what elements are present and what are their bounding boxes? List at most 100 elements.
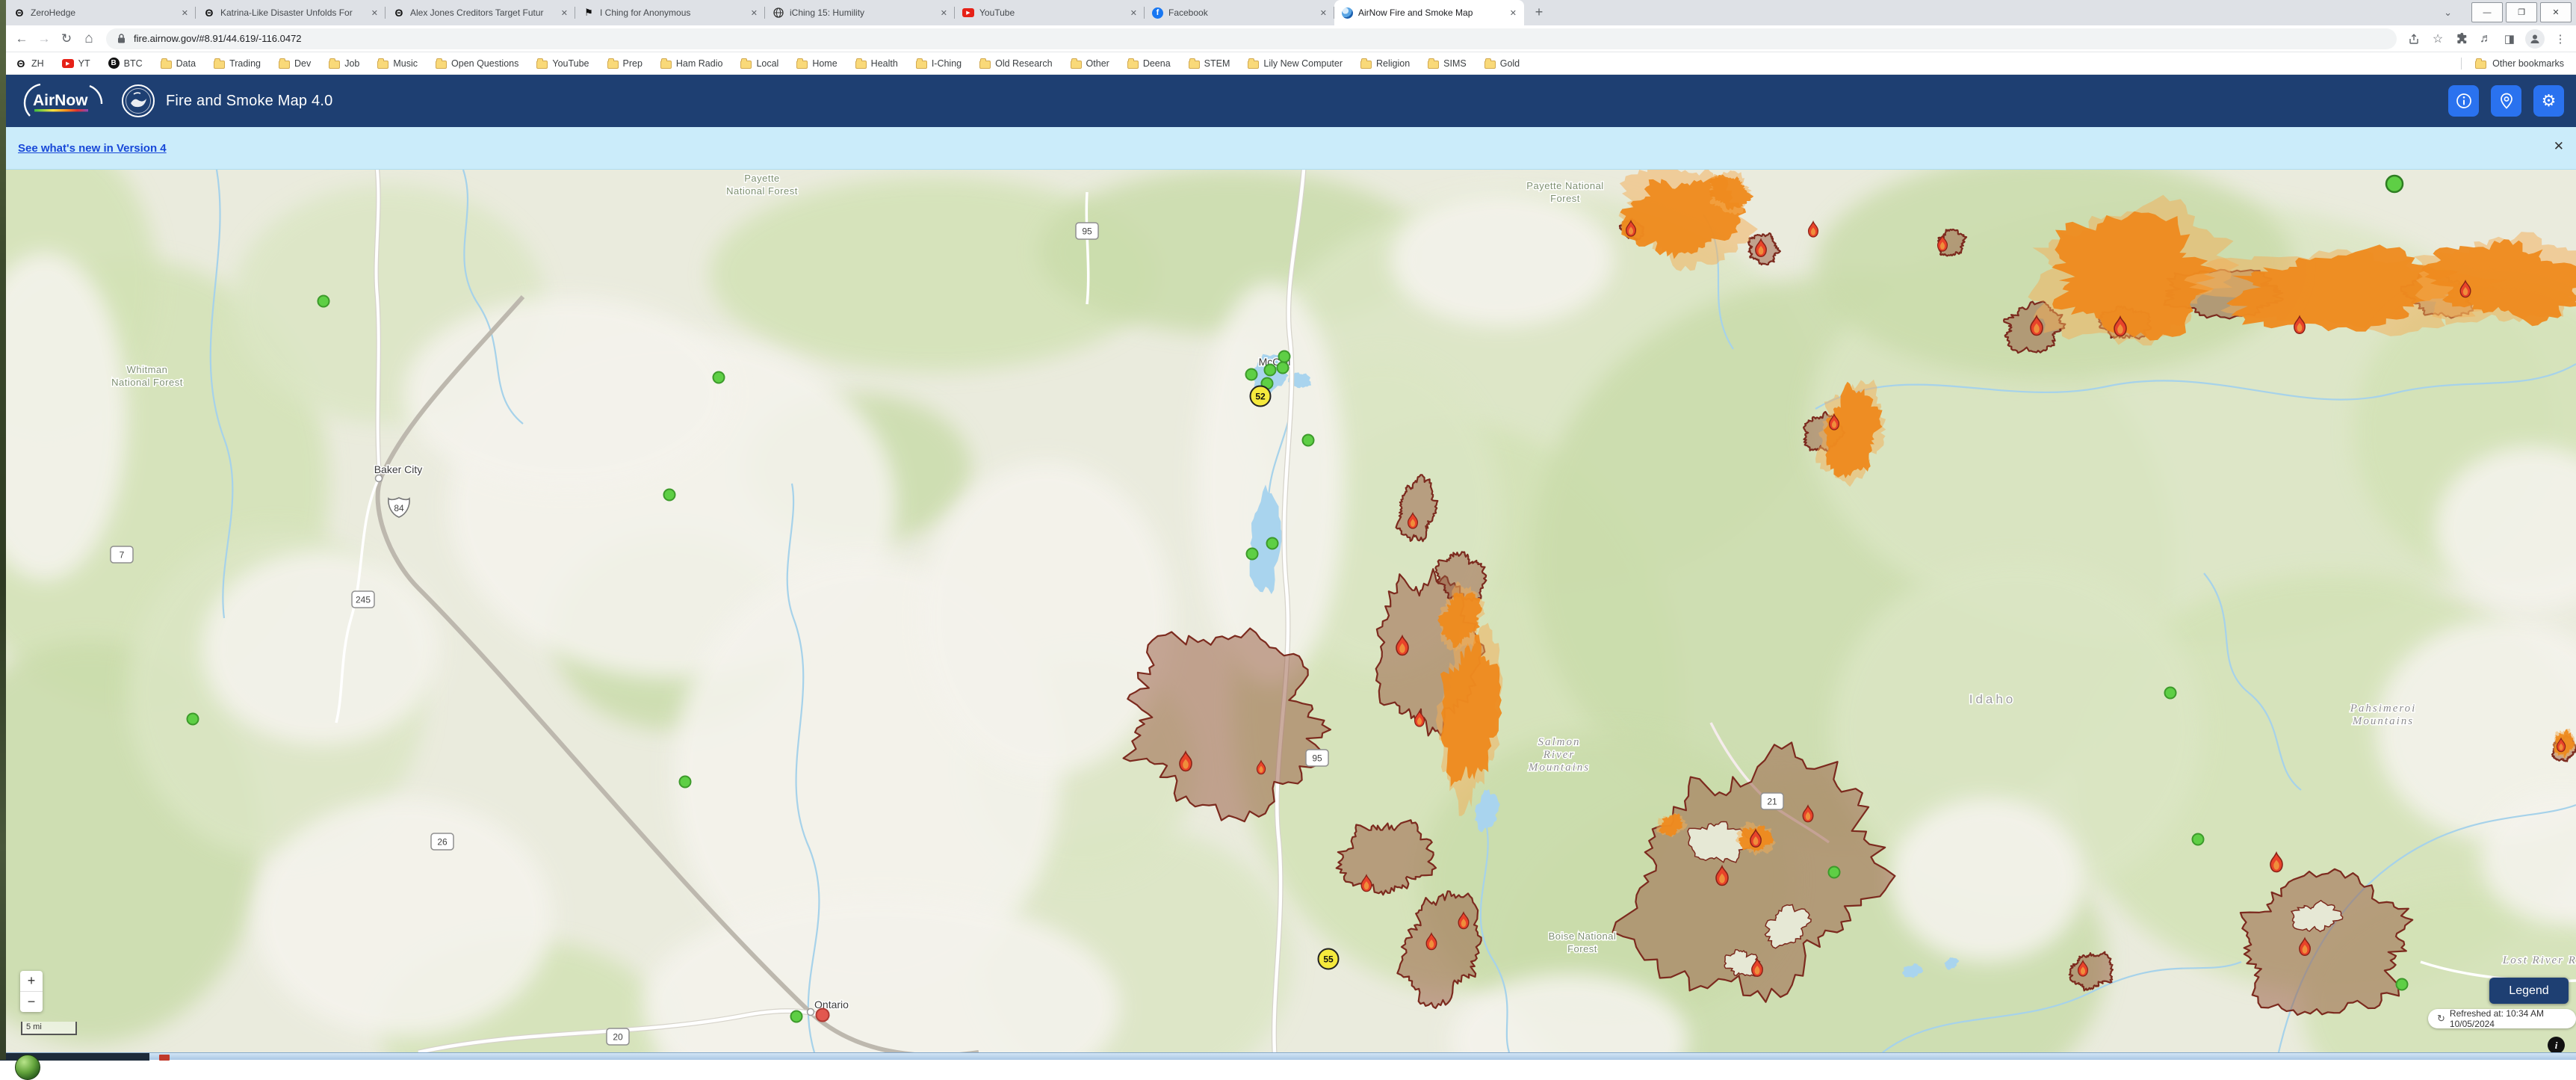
tab[interactable]: f Facebook ✕ — [1145, 0, 1334, 25]
monitor-good[interactable] — [2165, 688, 2176, 699]
tab-close-icon[interactable]: ✕ — [1130, 8, 1137, 18]
bookmark-item[interactable]: ▶ YT — [62, 58, 90, 69]
restore-button[interactable]: ❐ — [2506, 2, 2537, 22]
settings-gear-button[interactable]: ⚙ — [2533, 85, 2564, 117]
monitor-good[interactable] — [2397, 979, 2408, 990]
page-title: Fire and Smoke Map 4.0 — [166, 93, 332, 110]
bookmark-item[interactable]: Music — [377, 58, 418, 69]
bookmark-item[interactable]: Religion — [1360, 58, 1410, 69]
bookmark-item[interactable]: I-Ching — [916, 58, 962, 69]
side-panel-icon[interactable]: ◨ — [2498, 32, 2521, 46]
bookmark-item[interactable]: SIMS — [1428, 58, 1467, 69]
windows-start-orb[interactable] — [15, 1055, 40, 1080]
monitor-good[interactable] — [680, 777, 691, 788]
monitor-good[interactable] — [1265, 365, 1276, 376]
whats-new-link[interactable]: See what's new in Version 4 — [18, 142, 167, 155]
bookmark-item[interactable]: Home — [796, 58, 837, 69]
monitor-good[interactable] — [1267, 538, 1278, 549]
profile-avatar[interactable] — [2525, 29, 2545, 49]
tab-close-icon[interactable]: ✕ — [561, 8, 568, 18]
info-button[interactable] — [2448, 85, 2479, 117]
bookmark-item[interactable]: YouTube — [536, 58, 589, 69]
tab[interactable]: iChing 15: Humility ✕ — [765, 0, 955, 25]
legend-button[interactable]: Legend — [2489, 978, 2569, 1004]
bookmark-item[interactable]: Health — [855, 58, 898, 69]
monitor-good-large[interactable] — [2386, 176, 2403, 192]
zoom-out-button[interactable]: − — [20, 992, 43, 1012]
fire-smoke-map[interactable]: WhitmanNational ForestPayetteNational Fo… — [0, 170, 2576, 1052]
tab-close-icon[interactable]: ✕ — [371, 8, 378, 18]
monitor-red-sensor[interactable] — [817, 1009, 829, 1022]
monitor-good[interactable] — [1278, 362, 1289, 374]
bookmark-item[interactable]: Θ ZH — [15, 58, 44, 70]
close-window-button[interactable]: ✕ — [2540, 2, 2572, 22]
bookmark-item[interactable]: Old Research — [979, 58, 1052, 69]
tab-close-icon[interactable]: ✕ — [182, 8, 188, 18]
bookmark-item[interactable]: Gold — [1484, 58, 1520, 69]
city-dot — [808, 1009, 814, 1016]
other-bookmarks[interactable]: Other bookmarks — [2461, 58, 2576, 70]
tab[interactable]: Θ ZeroHedge ✕ — [6, 0, 196, 25]
tab-search-chevron-icon[interactable]: ⌄ — [2444, 7, 2452, 19]
tab[interactable]: ⚑ I Ching for Anonymous ✕ — [575, 0, 765, 25]
bookmark-item[interactable]: Other — [1071, 58, 1109, 69]
bookmark-label: Lily New Computer — [1263, 58, 1343, 69]
range-label: PahsimeroiMountains — [2350, 703, 2417, 727]
back-icon[interactable]: ← — [10, 31, 33, 46]
bookmark-item[interactable]: Job — [329, 58, 359, 69]
forward-icon[interactable]: → — [33, 31, 55, 46]
playlist-icon[interactable]: ♬ — [2474, 32, 2497, 46]
bookmark-item[interactable]: Dev — [279, 58, 311, 69]
monitor-good[interactable] — [791, 1011, 802, 1022]
bookmark-item[interactable]: Open Questions — [436, 58, 518, 69]
bookmark-item[interactable]: Data — [161, 58, 196, 69]
bookmark-item[interactable]: B BTC — [108, 58, 143, 69]
bookmark-star-icon[interactable]: ☆ — [2427, 31, 2449, 46]
tab-close-icon[interactable]: ✕ — [1320, 8, 1327, 18]
extensions-puzzle-icon[interactable] — [2450, 32, 2473, 45]
refreshed-status[interactable]: ↻ Refreshed at: 10:34 AM 10/05/2024 — [2428, 1009, 2576, 1028]
home-icon[interactable]: ⌂ — [78, 31, 100, 47]
tab[interactable]: ▶ YouTube ✕ — [955, 0, 1145, 25]
monitor-good[interactable] — [1247, 549, 1258, 560]
banner-close-icon[interactable]: ✕ — [2554, 139, 2564, 154]
lock-icon[interactable] — [117, 33, 126, 44]
bookmark-item[interactable]: Lily New Computer — [1248, 58, 1343, 69]
windows-taskbar[interactable] — [0, 1052, 2576, 1060]
route-shield: 7 — [111, 546, 133, 563]
monitor-good[interactable] — [1279, 351, 1290, 362]
new-tab-button[interactable]: + — [1529, 2, 1549, 23]
tab[interactable]: AirNow Fire and Smoke Map ✕ — [1334, 0, 1524, 25]
tab[interactable]: Θ Katrina-Like Disaster Unfolds For ✕ — [196, 0, 386, 25]
bookmark-item[interactable]: Ham Radio — [660, 58, 723, 69]
monitor-good[interactable] — [318, 296, 329, 307]
address-bar[interactable]: fire.airnow.gov/#8.91/44.619/-116.0472 — [106, 28, 2397, 49]
tab[interactable]: Θ Alex Jones Creditors Target Futur ✕ — [386, 0, 575, 25]
share-icon[interactable] — [2403, 33, 2425, 45]
bookmark-item[interactable]: Deena — [1127, 58, 1171, 69]
minimize-button[interactable]: — — [2471, 2, 2503, 22]
monitor-good[interactable] — [1829, 867, 1840, 878]
bookmark-item[interactable]: Prep — [607, 58, 643, 69]
map-canvas[interactable]: WhitmanNational ForestPayetteNational Fo… — [0, 170, 2576, 1052]
browser-menu-kebab-icon[interactable]: ⋮ — [2549, 32, 2572, 46]
tab-close-icon[interactable]: ✕ — [751, 8, 758, 18]
monitor-good[interactable] — [664, 490, 675, 501]
monitor-moderate[interactable]: 55 — [1319, 949, 1339, 969]
bookmark-item[interactable]: STEM — [1189, 58, 1230, 69]
zoom-in-button[interactable]: + — [20, 971, 43, 992]
reload-icon[interactable]: ↻ — [55, 31, 78, 46]
bookmark-item[interactable]: Trading — [214, 58, 261, 69]
bookmark-item[interactable]: Local — [740, 58, 778, 69]
monitor-good[interactable] — [188, 714, 199, 725]
monitor-moderate[interactable]: 52 — [1251, 386, 1271, 407]
folder-icon — [740, 61, 752, 69]
tab-close-icon[interactable]: ✕ — [941, 8, 947, 18]
monitor-good[interactable] — [713, 372, 725, 383]
monitor-good[interactable] — [1303, 435, 1314, 446]
monitor-good[interactable] — [1246, 369, 1257, 380]
monitor-good[interactable] — [2193, 834, 2204, 845]
tab-close-icon[interactable]: ✕ — [1510, 8, 1517, 18]
map-attribution-icon[interactable]: i — [2548, 1037, 2565, 1052]
location-pin-button[interactable] — [2491, 85, 2521, 117]
